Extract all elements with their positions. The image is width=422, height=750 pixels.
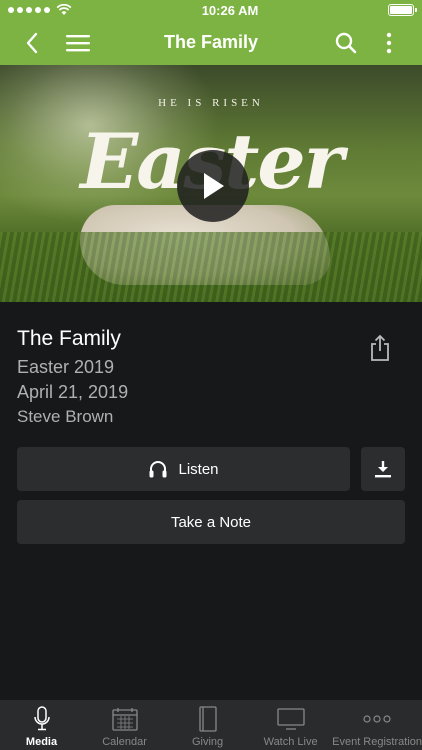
play-icon bbox=[204, 173, 224, 199]
listen-button[interactable]: Listen bbox=[17, 447, 350, 491]
tab-giving[interactable]: Giving bbox=[166, 700, 249, 750]
search-icon bbox=[335, 32, 357, 53]
tab-label: Media bbox=[25, 736, 58, 748]
search-button[interactable] bbox=[332, 20, 360, 65]
download-button[interactable] bbox=[361, 447, 405, 491]
headphones-icon bbox=[149, 461, 167, 478]
sermon-series: Easter 2019 bbox=[17, 357, 115, 377]
tab-watch-live[interactable]: Watch Live bbox=[249, 700, 332, 750]
ellipsis-icon bbox=[363, 715, 391, 723]
sermon-info: The Family Easter 2019 April 21, 2019 St… bbox=[17, 327, 128, 431]
tab-calendar[interactable]: Calendar bbox=[83, 700, 166, 750]
more-vertical-icon bbox=[386, 32, 392, 53]
tab-label: Watch Live bbox=[263, 736, 318, 748]
take-note-button[interactable]: Take a Note bbox=[17, 500, 405, 544]
tv-icon bbox=[276, 708, 305, 730]
sermon-speaker: Steve Brown bbox=[17, 407, 114, 426]
tab-label: Calendar bbox=[102, 736, 147, 748]
signal-icon bbox=[8, 7, 50, 13]
back-button[interactable] bbox=[18, 20, 46, 65]
more-button[interactable] bbox=[378, 20, 400, 65]
sermon-video[interactable]: HE IS RISEN Easter bbox=[0, 65, 422, 302]
take-note-label: Take a Note bbox=[170, 513, 252, 531]
tab-label: Giving bbox=[191, 736, 224, 748]
tab-event-registration[interactable]: Event Registration bbox=[332, 700, 422, 750]
tab-label: Event Registration bbox=[332, 736, 422, 748]
hamburger-icon bbox=[66, 34, 90, 51]
play-button[interactable] bbox=[177, 150, 249, 222]
share-icon bbox=[371, 334, 389, 361]
battery-icon bbox=[387, 4, 417, 16]
wifi-icon bbox=[56, 4, 72, 15]
listen-label: Listen bbox=[178, 460, 219, 478]
tab-media[interactable]: Media bbox=[0, 700, 83, 750]
nav-bar: The Family bbox=[0, 20, 422, 65]
chevron-left-icon bbox=[26, 32, 38, 53]
hero-subtitle: HE IS RISEN bbox=[158, 97, 264, 109]
calendar-icon bbox=[111, 708, 138, 731]
download-icon bbox=[375, 461, 391, 478]
menu-button[interactable] bbox=[62, 20, 94, 65]
status-bar: 10:26 AM bbox=[0, 0, 422, 20]
sermon-date: April 21, 2019 bbox=[17, 382, 129, 402]
share-button[interactable] bbox=[366, 333, 394, 363]
tab-bar: Media Calendar Giving Watch Live Event R… bbox=[0, 700, 422, 750]
status-time: 10:26 AM bbox=[201, 2, 259, 18]
microphone-icon bbox=[33, 706, 50, 731]
sermon-title: The Family bbox=[17, 327, 121, 350]
book-icon bbox=[198, 706, 217, 732]
